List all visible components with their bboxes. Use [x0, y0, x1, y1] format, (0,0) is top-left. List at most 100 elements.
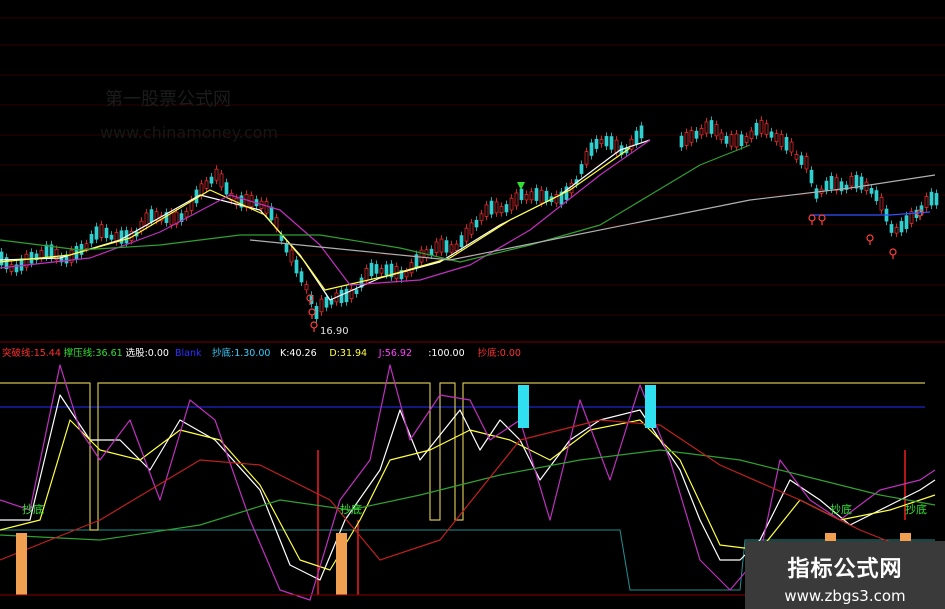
candle-body: [724, 135, 729, 144]
candle-body: [824, 180, 829, 191]
candle-body: [379, 268, 384, 274]
signal-marker: [310, 321, 318, 329]
indicator-line-MA-long: [0, 449, 936, 541]
signal-marker: [308, 308, 316, 316]
moving-average-line: [0, 144, 751, 263]
candle-body: [524, 194, 529, 201]
candle-body: [469, 222, 474, 235]
candle-body: [684, 132, 689, 146]
candle-body: [734, 133, 739, 148]
candle-body: [269, 206, 274, 221]
candle-body: [769, 131, 774, 138]
candle-body: [759, 119, 764, 134]
candle-body: [499, 206, 504, 213]
candle-body: [294, 259, 299, 274]
candle-body: [444, 240, 449, 253]
indicator-header: 突破线:15.44 撑压线:36.61 选股:0.00 Blank 抄底:1.30.00…: [2, 347, 521, 359]
candle-body: [409, 262, 414, 274]
candle-body: [339, 289, 344, 304]
signal-marker: [808, 214, 816, 222]
candle-body: [579, 164, 584, 174]
candle-body: [369, 262, 374, 277]
indicator-value: 抄底:0.00: [478, 347, 521, 359]
candle-body: [434, 241, 439, 253]
signal-marker: [818, 214, 826, 222]
candle-body: [149, 209, 154, 223]
candle-body: [454, 243, 459, 251]
candle-body: [29, 252, 34, 264]
candle-body: [99, 224, 104, 238]
candle-body: [304, 284, 309, 291]
candle-body: [814, 188, 819, 199]
orange-signal-bar: [336, 533, 347, 595]
candle-body: [929, 191, 934, 206]
indicator-value: 抄底:1.30.00: [212, 347, 270, 359]
site-logo: 指标公式网 www.zbgs3.com: [745, 541, 945, 609]
moving-average-line: [0, 147, 631, 291]
candle-body: [784, 136, 789, 151]
low-price-label: 16.90: [320, 326, 349, 337]
signal-label: 抄底: [830, 502, 852, 516]
indicator-value: K:40.26: [280, 348, 317, 359]
candle-body: [289, 249, 294, 263]
candle-body: [899, 221, 904, 233]
candle-body: [419, 249, 424, 263]
candle-body: [629, 138, 634, 150]
candle-body: [719, 132, 724, 140]
candle-body: [614, 139, 619, 153]
candle-body: [119, 230, 124, 244]
candle-body: [439, 238, 444, 253]
candle-body: [219, 173, 224, 188]
candle-body: [139, 220, 144, 232]
signal-labels: 抄底 抄底 抄底 抄底: [22, 502, 927, 516]
candle-body: [764, 123, 769, 135]
candle-body: [214, 168, 219, 181]
candle-body: [319, 298, 324, 313]
candle-body: [354, 289, 359, 294]
candle-body: [804, 156, 809, 170]
candle-body: [714, 124, 719, 137]
candle-body: [799, 155, 804, 165]
candle-body: [464, 227, 469, 242]
candle-body: [709, 120, 714, 134]
orange-signal-bar: [16, 533, 27, 595]
candle-body: [284, 243, 289, 253]
candle-body: [519, 188, 524, 201]
candle-body: [779, 133, 784, 147]
candle-body: [639, 125, 644, 139]
candle-body: [904, 215, 909, 230]
watermark-line1: 第一股票公式网: [105, 89, 231, 110]
cyan-signal-bar: [645, 385, 656, 428]
candle-body: [604, 136, 609, 147]
candle-body: [934, 193, 939, 206]
step-line: [0, 382, 925, 531]
candle-body: [594, 138, 599, 149]
candle-body: [924, 196, 929, 208]
candle-body: [494, 201, 499, 214]
price-panel: [0, 116, 939, 332]
indicator-value: D:31.94: [329, 348, 367, 359]
candle-body: [749, 130, 754, 139]
signal-label: 抄底: [905, 502, 927, 516]
candle-body: [209, 176, 214, 184]
signal-marker: [866, 234, 874, 242]
candle-body: [449, 244, 454, 253]
candle-body: [599, 139, 604, 145]
candle-body: [39, 250, 44, 259]
indicator-value: 撑压线:36.61: [64, 347, 123, 359]
candle-body: [744, 136, 749, 143]
candle-body: [834, 177, 839, 191]
moving-average-line: [0, 139, 651, 286]
candle-body: [204, 180, 209, 189]
stock-chart-canvas: 第一股票公式网 www.chinamoney.com 16.90 突破线:15.…: [0, 17, 945, 601]
candle-body: [679, 135, 684, 148]
candle-body: [324, 297, 329, 308]
candle-body: [544, 190, 549, 202]
candle-body: [609, 136, 614, 150]
candle-body: [869, 188, 874, 194]
candle-body: [789, 141, 794, 153]
candle-body: [794, 154, 799, 160]
candle-body: [459, 235, 464, 248]
candle-body: [364, 268, 369, 282]
candle-body: [9, 264, 14, 272]
